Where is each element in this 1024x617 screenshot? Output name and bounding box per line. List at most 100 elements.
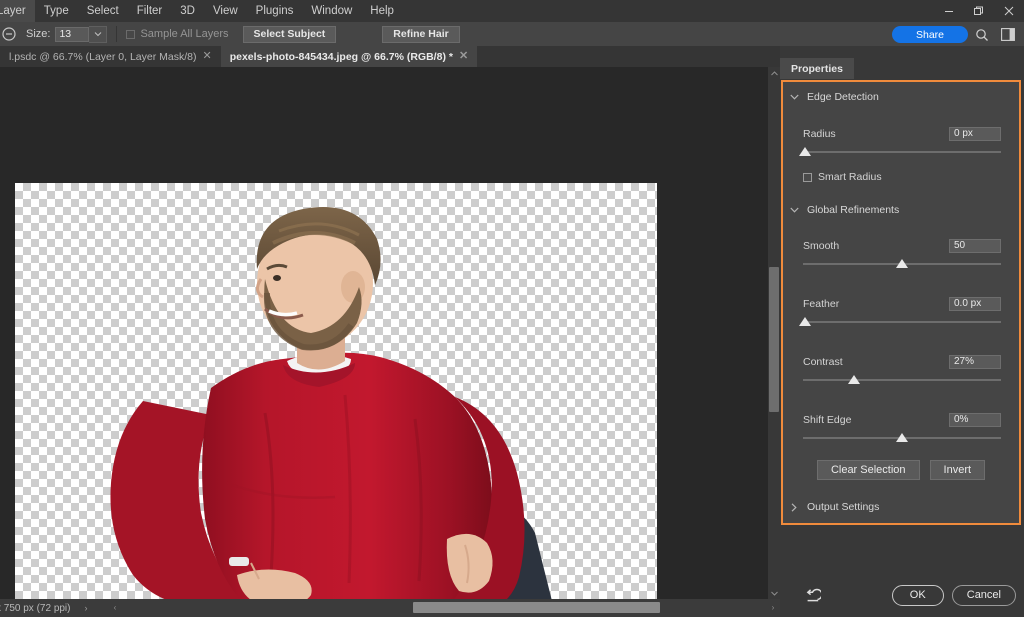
panel-footer: OK Cancel [780, 573, 1024, 617]
size-label: Size: [26, 28, 50, 40]
slider-track [803, 379, 1001, 381]
subject-image [15, 183, 657, 599]
search-icon[interactable] [972, 25, 992, 44]
close-icon[interactable] [994, 0, 1024, 22]
scrollbar-thumb[interactable] [769, 267, 779, 412]
slider-track [803, 151, 1001, 153]
reset-arrow-icon[interactable] [804, 586, 822, 604]
shift-edge-input[interactable] [949, 413, 1001, 427]
size-input[interactable] [55, 27, 89, 42]
close-icon[interactable]: ✕ [459, 51, 468, 62]
section-global-refinements[interactable]: Global Refinements [783, 201, 1019, 219]
menu-item-3d[interactable]: 3D [171, 0, 204, 22]
radius-slider[interactable] [803, 146, 1001, 158]
size-control [55, 26, 107, 43]
slider-knob[interactable] [799, 147, 811, 156]
toolbar-divider [116, 26, 117, 42]
smart-radius-label: Smart Radius [818, 171, 882, 183]
slider-knob[interactable] [896, 433, 908, 442]
document-size-text: x 750 px (72 ppi) [0, 603, 71, 614]
radius-control: Radius [803, 126, 1001, 158]
menu-item-help[interactable]: Help [361, 0, 403, 22]
ok-button[interactable]: OK [892, 585, 944, 606]
chevron-down-icon[interactable] [768, 587, 780, 599]
select-subject-button[interactable]: Select Subject [243, 26, 337, 43]
brush-size-icon[interactable] [0, 22, 22, 46]
smooth-slider[interactable] [803, 258, 1001, 270]
menu-items: Layer Type Select Filter 3D View Plugins… [0, 0, 403, 22]
contrast-slider[interactable] [803, 374, 1001, 386]
checkbox-box [803, 173, 812, 182]
slider-knob[interactable] [799, 317, 811, 326]
chevron-up-icon[interactable] [768, 67, 780, 79]
section-title: Global Refinements [807, 204, 899, 216]
refine-hair-button[interactable]: Refine Hair [382, 26, 459, 43]
section-edge-detection[interactable]: Edge Detection [783, 88, 1019, 106]
document-canvas[interactable] [15, 183, 657, 599]
document-tab-psdc[interactable]: l.psdc @ 66.7% (Layer 0, Layer Mask/8) ✕ [0, 46, 221, 67]
canvas-horizontal-scrollbar[interactable]: ‹ › [108, 600, 780, 615]
chevron-down-icon[interactable] [783, 94, 805, 100]
chevron-right-icon[interactable]: › [85, 603, 88, 613]
properties-panel: Properties Edge Detection Radius [780, 46, 1024, 617]
selection-action-buttons: Clear Selection Invert [783, 460, 1019, 480]
contrast-control: Contrast [803, 354, 1001, 386]
restore-icon[interactable] [964, 0, 994, 22]
close-icon[interactable]: ✕ [203, 51, 212, 62]
chevron-right-icon[interactable]: › [766, 600, 780, 615]
cancel-button[interactable]: Cancel [952, 585, 1016, 606]
menu-item-view[interactable]: View [204, 0, 247, 22]
tab-label: l.psdc @ 66.7% (Layer 0, Layer Mask/8) [9, 51, 197, 63]
window-controls [934, 0, 1024, 22]
section-title: Output Settings [807, 501, 879, 513]
slider-knob[interactable] [896, 259, 908, 268]
canvas-vertical-scrollbar[interactable] [768, 67, 780, 599]
shift-edge-slider[interactable] [803, 432, 1001, 444]
menu-item-layer[interactable]: Layer [0, 0, 35, 22]
invert-button[interactable]: Invert [930, 460, 986, 480]
contrast-label: Contrast [803, 356, 843, 368]
scrollbar-thumb[interactable] [413, 602, 660, 613]
contrast-input[interactable] [949, 355, 1001, 369]
menu-item-filter[interactable]: Filter [128, 0, 172, 22]
slider-knob[interactable] [848, 375, 860, 384]
slider-track [803, 321, 1001, 323]
share-button[interactable]: Share [892, 26, 968, 43]
photoshop-window: Layer Type Select Filter 3D View Plugins… [0, 0, 1024, 617]
section-output-settings[interactable]: Output Settings [783, 498, 1019, 516]
smooth-control: Smooth [803, 238, 1001, 270]
section-title: Edge Detection [807, 91, 879, 103]
document-tab-pexels[interactable]: pexels-photo-845434.jpeg @ 66.7% (RGB/8)… [221, 46, 477, 67]
tab-properties[interactable]: Properties [780, 58, 854, 79]
chevron-right-icon[interactable] [783, 503, 805, 512]
tab-label: pexels-photo-845434.jpeg @ 66.7% (RGB/8)… [230, 51, 453, 63]
menu-item-plugins[interactable]: Plugins [247, 0, 303, 22]
shift-edge-label: Shift Edge [803, 414, 851, 426]
chevron-down-icon[interactable] [89, 26, 107, 43]
chevron-left-icon[interactable]: ‹ [108, 600, 122, 615]
workspace-panel-icon[interactable] [998, 25, 1018, 44]
shift-edge-control: Shift Edge [803, 412, 1001, 444]
panel-tab-strip: Properties [780, 58, 1024, 79]
document-tab-bar: l.psdc @ 66.7% (Layer 0, Layer Mask/8) ✕… [0, 46, 780, 67]
chevron-down-icon[interactable] [783, 207, 805, 213]
smooth-label: Smooth [803, 240, 839, 252]
menu-item-type[interactable]: Type [35, 0, 78, 22]
menu-bar: Layer Type Select Filter 3D View Plugins… [0, 0, 1024, 22]
menu-item-select[interactable]: Select [78, 0, 128, 22]
clear-selection-button[interactable]: Clear Selection [817, 460, 920, 480]
feather-label: Feather [803, 298, 839, 310]
feather-control: Feather [803, 296, 1001, 328]
select-and-mask-options: Edge Detection Radius Smart Radius [781, 80, 1021, 525]
canvas-area[interactable] [0, 67, 768, 599]
feather-slider[interactable] [803, 316, 1001, 328]
radius-input[interactable] [949, 127, 1001, 141]
smart-radius-checkbox[interactable]: Smart Radius [803, 171, 1019, 183]
feather-input[interactable] [949, 297, 1001, 311]
minimize-icon[interactable] [934, 0, 964, 22]
radius-label: Radius [803, 128, 836, 140]
checkbox-box [126, 30, 135, 39]
menu-item-window[interactable]: Window [302, 0, 361, 22]
sample-all-layers-checkbox[interactable]: Sample All Layers [126, 28, 228, 40]
smooth-input[interactable] [949, 239, 1001, 253]
